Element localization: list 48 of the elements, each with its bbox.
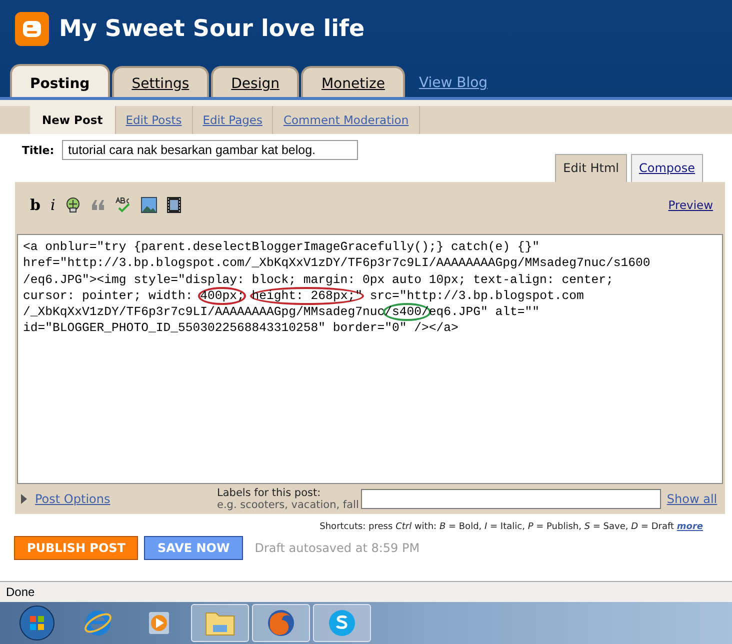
code-line: id="BLOGGER_PHOTO_ID_5503022568843310258" border="0" /></a> xyxy=(23,320,458,337)
preview-link[interactable]: Preview xyxy=(668,198,713,212)
chat-s-icon[interactable] xyxy=(327,608,357,638)
nav-tab[interactable]: Settings xyxy=(112,66,210,97)
browser-globe-icon[interactable] xyxy=(266,608,296,638)
code-line: /eq6.JPG"><img style="display: block; margin: 0px auto 10px; text-align: center; xyxy=(23,272,614,288)
show-all-link[interactable]: Show all xyxy=(666,492,718,506)
view-blog-link[interactable]: View Blog xyxy=(418,75,488,91)
bold-button[interactable]: b xyxy=(30,196,40,214)
status-text: Done xyxy=(6,585,35,599)
media-player-icon[interactable] xyxy=(146,610,172,636)
browser-e-icon[interactable] xyxy=(83,608,113,638)
html-editor-area[interactable] xyxy=(17,234,723,484)
nav-tab[interactable]: Monetize xyxy=(301,66,405,97)
title-label: Title: xyxy=(22,144,54,156)
post-options-link[interactable]: Post Options xyxy=(35,492,110,506)
film-icon[interactable] xyxy=(167,197,182,213)
taskbar-button[interactable] xyxy=(313,604,371,642)
code-line: <a onblur="try {parent.deselectBloggerImageGracefully();} catch(e) {}" xyxy=(23,239,540,256)
labels-label: Labels for this post: xyxy=(217,487,322,499)
labels-field[interactable] xyxy=(360,489,661,509)
nav-tab[interactable]: Posting xyxy=(10,64,110,97)
shortcuts-text: Shortcuts: press Ctrl with: B = Bold, I = Italic, P = Publish, S = Save, D = Draft xyxy=(320,522,674,532)
expand-triangle-icon[interactable] xyxy=(21,494,27,504)
labels-hint: e.g. scooters, vacation, fall xyxy=(217,499,359,511)
blog-title: My Sweet Sour love life xyxy=(59,16,365,42)
editor-tab[interactable]: Compose xyxy=(630,154,703,182)
sub-tab[interactable]: Edit Posts xyxy=(116,106,193,134)
start-orb-icon[interactable] xyxy=(19,605,55,641)
autosave-status: Draft autosaved at 8:59 PM xyxy=(254,541,420,555)
code-line: /_XbKqXxV1zDY/TF6p3r7c9LI/AAAAAAAAGpg/MMsadeg7nuc/s400/eq6.JPG" alt="" xyxy=(23,304,540,320)
blog-logo-icon xyxy=(15,12,49,46)
image-icon[interactable] xyxy=(141,197,158,213)
code-line: href="http://3.bp.blogspot.com/_XbKqXxV1zDY/TF6p3r7c9LI/AAAAAAAAGpg/MMsadeg7nuc/s1600 xyxy=(23,255,650,272)
spellcheck-icon[interactable] xyxy=(115,197,132,213)
title-field[interactable]: tutorial cara nak besarkan gambar kat belog. xyxy=(62,140,358,160)
quote-icon[interactable] xyxy=(91,199,106,211)
taskbar-button[interactable] xyxy=(252,604,310,642)
italic-button[interactable]: i xyxy=(50,196,56,214)
sub-tab[interactable]: Edit Pages xyxy=(192,106,274,134)
nav-tab[interactable]: Design xyxy=(211,66,300,97)
code-line: cursor: pointer; width: 400px; height: 268px;" src="http://3.bp.blogspot.com xyxy=(23,288,584,304)
taskbar-button[interactable] xyxy=(191,604,249,642)
sub-tab[interactable]: Comment Moderation xyxy=(273,106,420,134)
more-link[interactable]: more xyxy=(676,522,703,532)
editor-tab[interactable]: Edit Html xyxy=(555,154,627,182)
sub-tab[interactable]: New Post xyxy=(30,106,116,134)
link-icon[interactable] xyxy=(65,197,82,213)
